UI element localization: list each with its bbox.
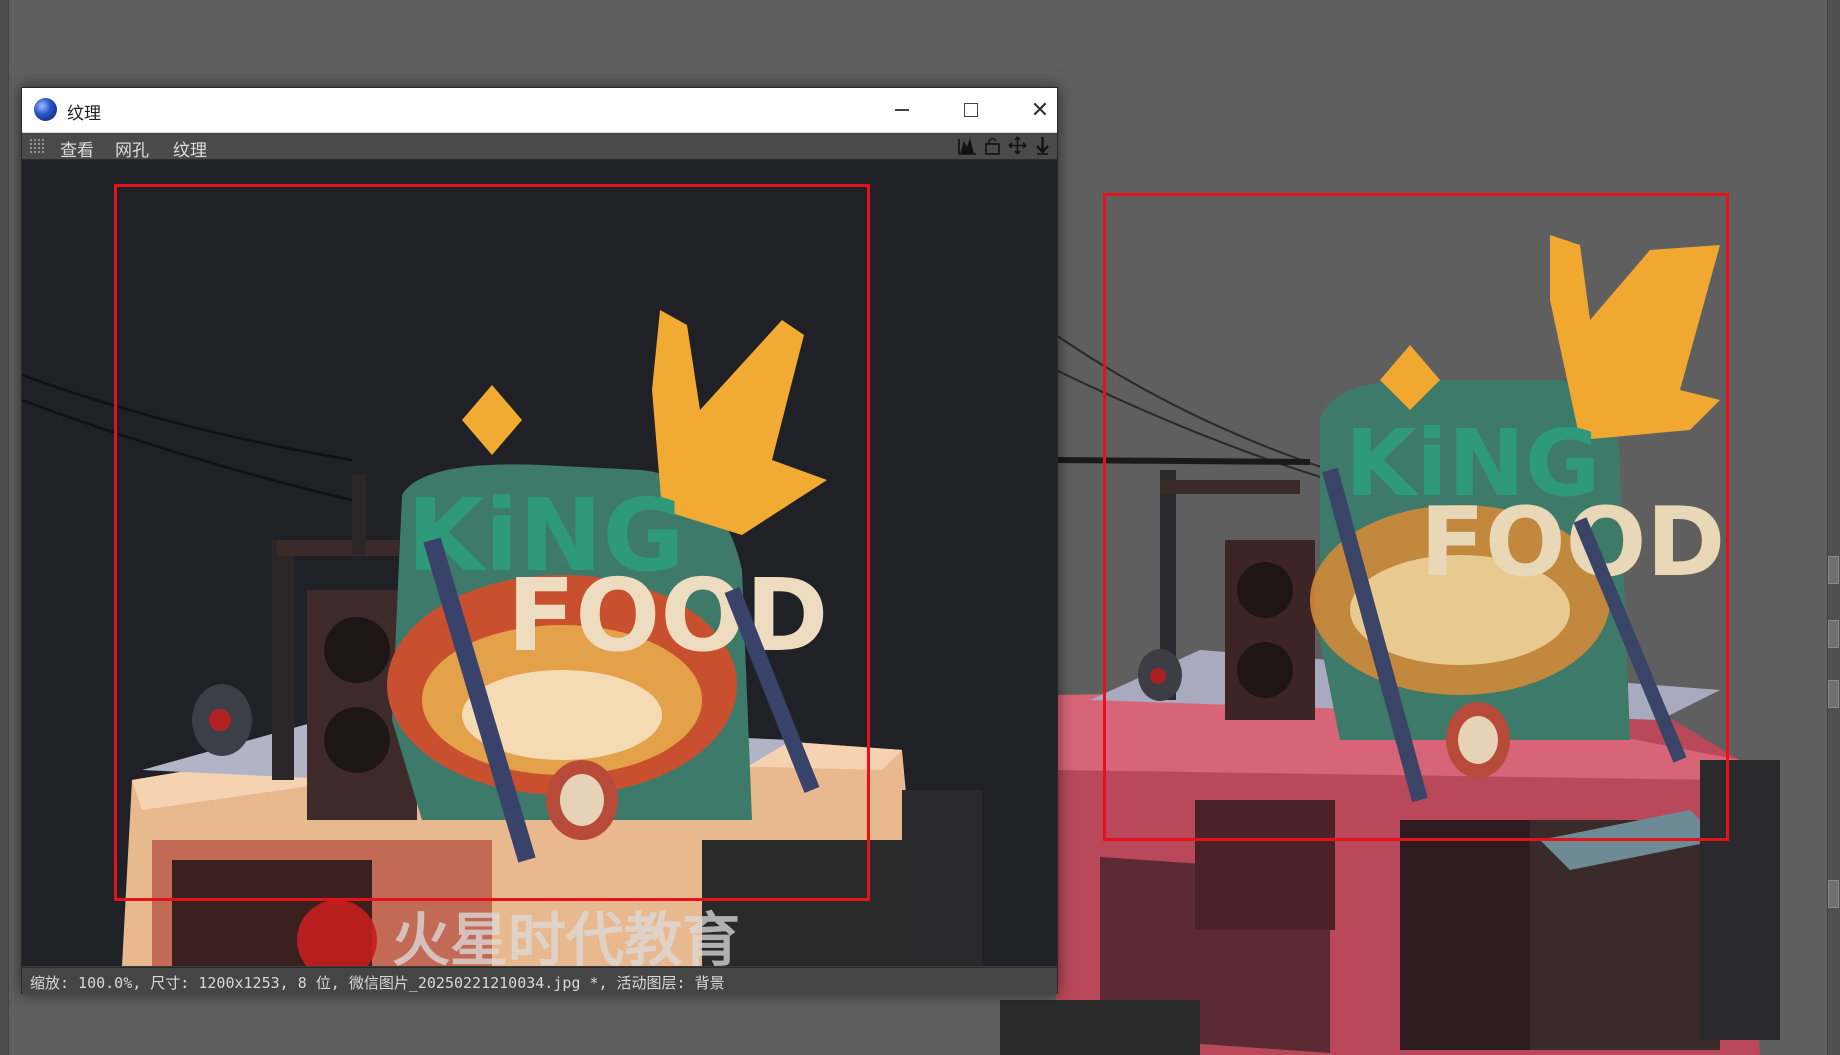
texture-window-titlebar[interactable]: 纹理 ✕	[22, 88, 1057, 133]
minimize-icon	[895, 109, 909, 111]
app-sphere-icon	[34, 98, 57, 121]
maximize-button[interactable]	[939, 88, 1003, 132]
download-arrow-icon[interactable]	[1032, 135, 1053, 156]
menu-grip-icon[interactable]	[29, 138, 45, 154]
menu-texture[interactable]: 纹理	[173, 136, 207, 161]
texture-canvas[interactable]: KiNG FOOD 火星时代教育	[22, 160, 1057, 966]
texture-sign-text-food: FOOD	[507, 557, 828, 674]
menu-view[interactable]: 查看	[60, 136, 94, 161]
menu-mesh[interactable]: 网孔	[115, 136, 149, 161]
texture-watermark: 火星时代教育	[392, 906, 740, 966]
move-icon[interactable]	[1007, 135, 1028, 156]
window-title: 纹理	[67, 104, 101, 124]
viewport-sign-text-food: FOOD	[1420, 488, 1725, 598]
close-button[interactable]: ✕	[1008, 88, 1072, 132]
texture-window[interactable]: 纹理 ✕ 查看 网孔 纹理 KiNG FOOD 火星时代教育 缩放: 100.0…	[21, 87, 1058, 994]
close-icon: ✕	[1030, 97, 1050, 123]
viewport-right-toolbar	[1827, 0, 1840, 1055]
texture-statusbar: 缩放: 100.0%, 尺寸: 1200x1253, 8 位, 微信图片_202…	[22, 967, 1057, 994]
texture-image: KiNG FOOD 火星时代教育	[22, 160, 1057, 966]
texture-toolbar-icons	[957, 135, 1053, 156]
viewport-tool-button[interactable]	[1828, 680, 1839, 708]
minimize-button[interactable]	[870, 88, 934, 132]
status-text: 缩放: 100.0%, 尺寸: 1200x1253, 8 位, 微信图片_202…	[30, 974, 725, 992]
viewport-tool-button[interactable]	[1828, 556, 1839, 584]
histogram-icon[interactable]	[957, 135, 978, 156]
lock-icon[interactable]	[982, 135, 1003, 156]
viewport-tool-button[interactable]	[1828, 620, 1839, 648]
maximize-icon	[964, 103, 978, 117]
texture-menubar: 查看 网孔 纹理	[22, 133, 1057, 161]
viewport-tool-button[interactable]	[1828, 880, 1839, 908]
